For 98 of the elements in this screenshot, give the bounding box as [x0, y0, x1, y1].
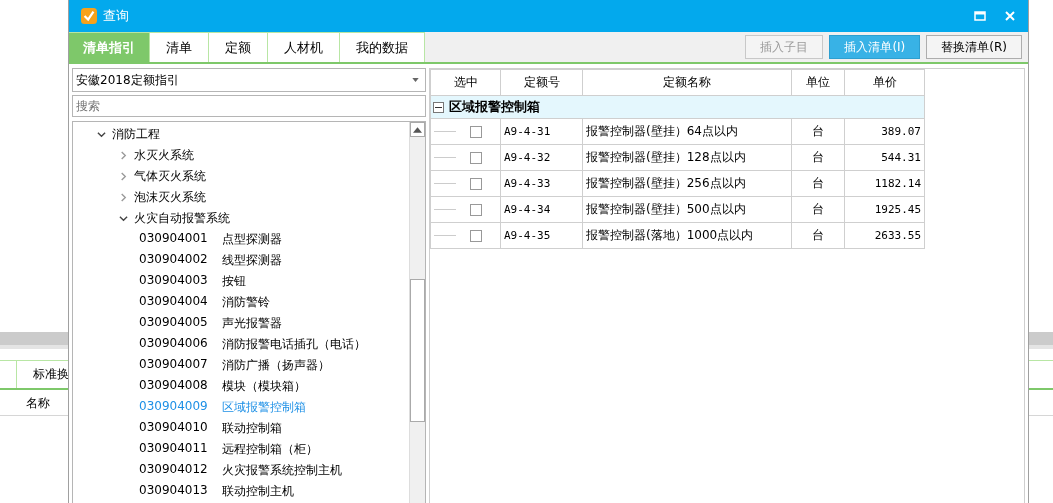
- tree-item[interactable]: 030904001 点型探测器: [139, 231, 282, 248]
- table-cell: A9-4-33: [500, 170, 583, 197]
- checkbox[interactable]: [470, 229, 482, 242]
- tree-node[interactable]: 泡沫灭火系统: [134, 189, 206, 206]
- item-code: 030904013: [139, 483, 208, 499]
- table-cell: 台: [791, 118, 845, 145]
- search-field[interactable]: 搜索: [72, 95, 426, 117]
- tree-item[interactable]: 030904006 消防报警电话插孔（电话）: [139, 336, 366, 353]
- tree-node[interactable]: 消防工程: [112, 126, 160, 143]
- checkbox[interactable]: [470, 151, 482, 164]
- column-header[interactable]: 单价: [844, 69, 925, 96]
- tree-node[interactable]: 气体灭火系统: [134, 168, 206, 185]
- item-name: 消防报警电话插孔（电话）: [221, 336, 366, 353]
- table-cell: 389.07: [844, 118, 925, 145]
- table-cell: 544.31: [844, 144, 925, 171]
- item-code: 030904006: [139, 336, 208, 352]
- tree-item[interactable]: 030904010 联动控制箱: [139, 420, 282, 437]
- table-cell: 台: [791, 196, 845, 223]
- table-cell: 报警控制器(壁挂）128点以内: [582, 144, 792, 171]
- table-cell: 台: [791, 144, 845, 171]
- caret-icon: [412, 78, 419, 82]
- tab[interactable]: 人材机: [268, 32, 340, 62]
- chevron-right-icon[interactable]: [119, 151, 128, 160]
- item-code: 030904012: [139, 462, 208, 478]
- item-name: 点型探测器: [221, 231, 282, 248]
- group-title: 区域报警控制箱: [449, 98, 540, 116]
- chevron-right-icon[interactable]: [119, 172, 128, 181]
- item-code: 030904008: [139, 378, 208, 394]
- close-icon[interactable]: [1004, 10, 1016, 22]
- item-code: 030904009: [139, 399, 208, 415]
- checkbox[interactable]: [470, 177, 482, 190]
- tree-item[interactable]: 030904012 火灾报警系统控制主机: [139, 462, 342, 479]
- tree-item[interactable]: 030904009 区域报警控制箱: [139, 399, 306, 416]
- tree-item[interactable]: 030904002 线型探测器: [139, 252, 282, 269]
- item-code: 030904007: [139, 357, 208, 373]
- chevron-down-icon[interactable]: [97, 130, 106, 139]
- action-button[interactable]: 替换清单(R): [926, 35, 1022, 59]
- tab[interactable]: 我的数据: [340, 32, 425, 62]
- item-name: 远程控制箱（柜）: [221, 441, 318, 458]
- item-code: 030904001: [139, 231, 208, 247]
- checkbox[interactable]: [470, 125, 482, 138]
- tree-item[interactable]: 030904011 远程控制箱（柜）: [139, 441, 318, 458]
- item-code: 030904002: [139, 252, 208, 268]
- table-cell: 1925.45: [844, 196, 925, 223]
- app-logo-icon: [81, 8, 97, 24]
- table-cell: 报警控制器(壁挂）500点以内: [582, 196, 792, 223]
- tree-node[interactable]: 火灾自动报警系统: [134, 210, 230, 227]
- column-header[interactable]: 定额名称: [582, 69, 792, 96]
- column-header: 名称: [26, 395, 50, 411]
- table-cell: A9-4-35: [500, 222, 583, 249]
- item-name: 消防广播（扬声器）: [221, 357, 330, 374]
- item-code: 030904003: [139, 273, 208, 289]
- chevron-right-icon[interactable]: [119, 193, 128, 202]
- tab[interactable]: 定额: [209, 32, 268, 62]
- item-name: 联动控制箱: [221, 420, 282, 437]
- table-cell: 报警控制器(壁挂）256点以内: [582, 170, 792, 197]
- library-dropdown[interactable]: 安徽2018定额指引: [72, 68, 426, 92]
- tree-item[interactable]: 030904004 消防警铃: [139, 294, 270, 311]
- collapse-icon[interactable]: [433, 101, 444, 113]
- table-cell: 报警控制器(落地）1000点以内: [582, 222, 792, 249]
- item-name: 联动控制主机: [221, 483, 294, 500]
- item-code: 030904011: [139, 441, 208, 457]
- item-name: 火灾报警系统控制主机: [221, 462, 342, 479]
- scroll-thumb[interactable]: [410, 279, 425, 422]
- column-header[interactable]: 定额号: [500, 69, 583, 96]
- tree-item[interactable]: 030904007 消防广播（扬声器）: [139, 357, 330, 374]
- column-header[interactable]: 单位: [791, 69, 845, 96]
- item-code: 030904004: [139, 294, 208, 310]
- triangle-up-icon: [413, 126, 422, 133]
- table-cell: A9-4-32: [500, 144, 583, 171]
- table-cell: 1182.14: [844, 170, 925, 197]
- item-name: 区域报警控制箱: [221, 399, 306, 416]
- tree-item[interactable]: 030904008 模块（模块箱）: [139, 378, 306, 395]
- item-name: 声光报警器: [221, 315, 282, 332]
- table-cell: 2633.55: [844, 222, 925, 249]
- scrollbar[interactable]: [409, 122, 425, 503]
- column-header[interactable]: 选中: [430, 69, 501, 96]
- window-title: 查询: [103, 7, 129, 25]
- table-cell: 报警控制器(壁挂）64点以内: [582, 118, 792, 145]
- maximize-icon[interactable]: [974, 10, 986, 22]
- tree-item[interactable]: 030904005 声光报警器: [139, 315, 282, 332]
- tree-item[interactable]: 030904003 按钮: [139, 273, 246, 290]
- table-cell: A9-4-31: [500, 118, 583, 145]
- item-code: 030904005: [139, 315, 208, 331]
- table-cell: A9-4-34: [500, 196, 583, 223]
- tab[interactable]: 清单: [150, 32, 209, 62]
- chevron-down-icon[interactable]: [119, 214, 128, 223]
- scroll-up-button[interactable]: [410, 122, 425, 137]
- tree-item[interactable]: 030904013 联动控制主机: [139, 483, 294, 500]
- item-name: 模块（模块箱）: [221, 378, 306, 395]
- item-name: 按钮: [221, 273, 246, 290]
- table-cell: 台: [791, 170, 845, 197]
- checkbox[interactable]: [470, 203, 482, 216]
- table-cell: 台: [791, 222, 845, 249]
- tree-node[interactable]: 水灭火系统: [134, 147, 194, 164]
- item-code: 030904010: [139, 420, 208, 436]
- item-name: 消防警铃: [221, 294, 270, 311]
- item-name: 线型探测器: [221, 252, 282, 269]
